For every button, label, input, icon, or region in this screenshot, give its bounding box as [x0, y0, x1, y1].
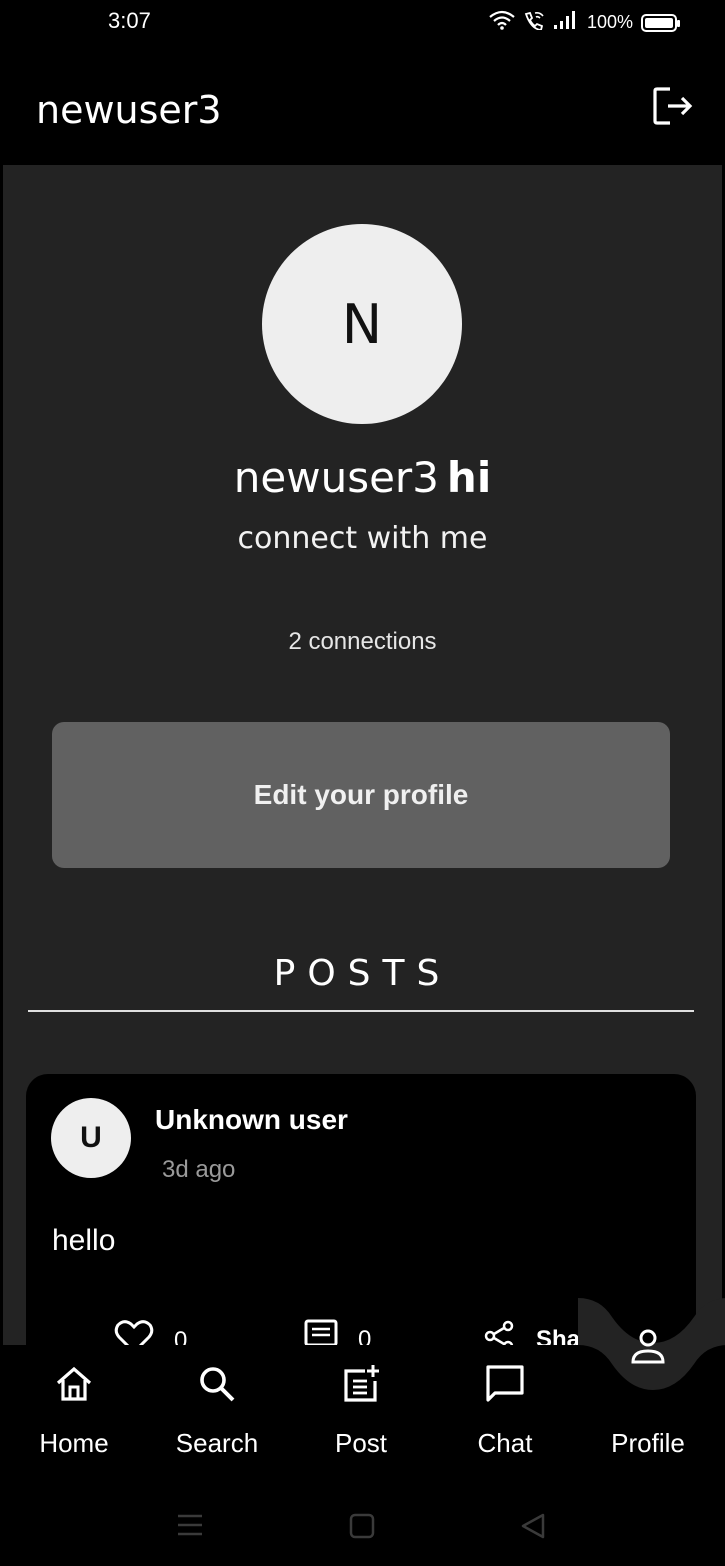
- nav-item-profile[interactable]: Profile: [578, 1362, 718, 1459]
- battery-icon: [641, 13, 680, 32]
- nav-label-profile: Profile: [611, 1428, 685, 1458]
- comment-count: 0: [358, 1325, 372, 1346]
- nav-item-post[interactable]: Post: [291, 1362, 431, 1459]
- nav-label-post: Post: [334, 1428, 388, 1458]
- nav-item-home[interactable]: Home: [4, 1362, 144, 1459]
- person-icon: [628, 1326, 668, 1366]
- post-avatar[interactable]: U: [51, 1098, 131, 1178]
- profile-screen: N newuser3 hi connect with me 2 connectio…: [3, 165, 722, 1345]
- nav-item-chat[interactable]: Chat: [435, 1362, 575, 1459]
- signal-icon: [553, 10, 579, 35]
- edit-profile-button[interactable]: Edit your profile: [52, 722, 670, 868]
- logout-button[interactable]: [651, 86, 695, 130]
- app-bar: newuser3: [0, 48, 725, 164]
- posts-heading: POSTS: [273, 953, 452, 994]
- system-nav-bar: [0, 1475, 725, 1566]
- post-body: hello: [52, 1224, 116, 1257]
- post-add-icon: [341, 1362, 381, 1406]
- comment-icon: [304, 1319, 338, 1345]
- posts-divider: [28, 1010, 694, 1012]
- status-icons: 100%: [489, 10, 680, 35]
- battery-percent: 100%: [586, 12, 633, 32]
- like-count: 0: [174, 1326, 188, 1346]
- back-icon[interactable]: [520, 1513, 546, 1544]
- comment-button[interactable]: 0: [304, 1319, 371, 1345]
- post-time: 3d ago: [162, 1156, 236, 1183]
- profile-name: newuser3: [233, 453, 439, 502]
- heart-icon: [114, 1319, 154, 1345]
- wifi-call-icon: [523, 10, 545, 35]
- profile-name-row: newuser3 hi: [3, 453, 722, 502]
- avatar: N: [262, 224, 462, 424]
- status-time: 3:07: [108, 8, 151, 33]
- share-icon: [482, 1319, 516, 1345]
- home-button-icon[interactable]: [349, 1513, 375, 1544]
- profile-bio: connect with me: [237, 521, 488, 556]
- menu-icon[interactable]: [177, 1513, 203, 1542]
- nav-item-search[interactable]: Search: [147, 1362, 287, 1459]
- nav-label-home: Home: [39, 1428, 109, 1458]
- search-icon: [197, 1362, 237, 1406]
- logout-icon: [652, 86, 694, 131]
- app-title: newuser3: [36, 88, 222, 132]
- chat-icon: [484, 1362, 526, 1406]
- like-button[interactable]: 0: [114, 1319, 187, 1345]
- wifi-icon: [489, 10, 515, 35]
- nav-label-chat: Chat: [477, 1428, 533, 1458]
- status-bar: 3:07 100%: [0, 0, 725, 48]
- nav-label-search: Search: [175, 1428, 259, 1458]
- profile-nickname: hi: [446, 453, 492, 502]
- home-icon: [54, 1362, 94, 1406]
- connections-count[interactable]: 2 connections: [3, 628, 722, 656]
- battery-level: [645, 17, 673, 28]
- post-author[interactable]: Unknown user: [155, 1104, 348, 1136]
